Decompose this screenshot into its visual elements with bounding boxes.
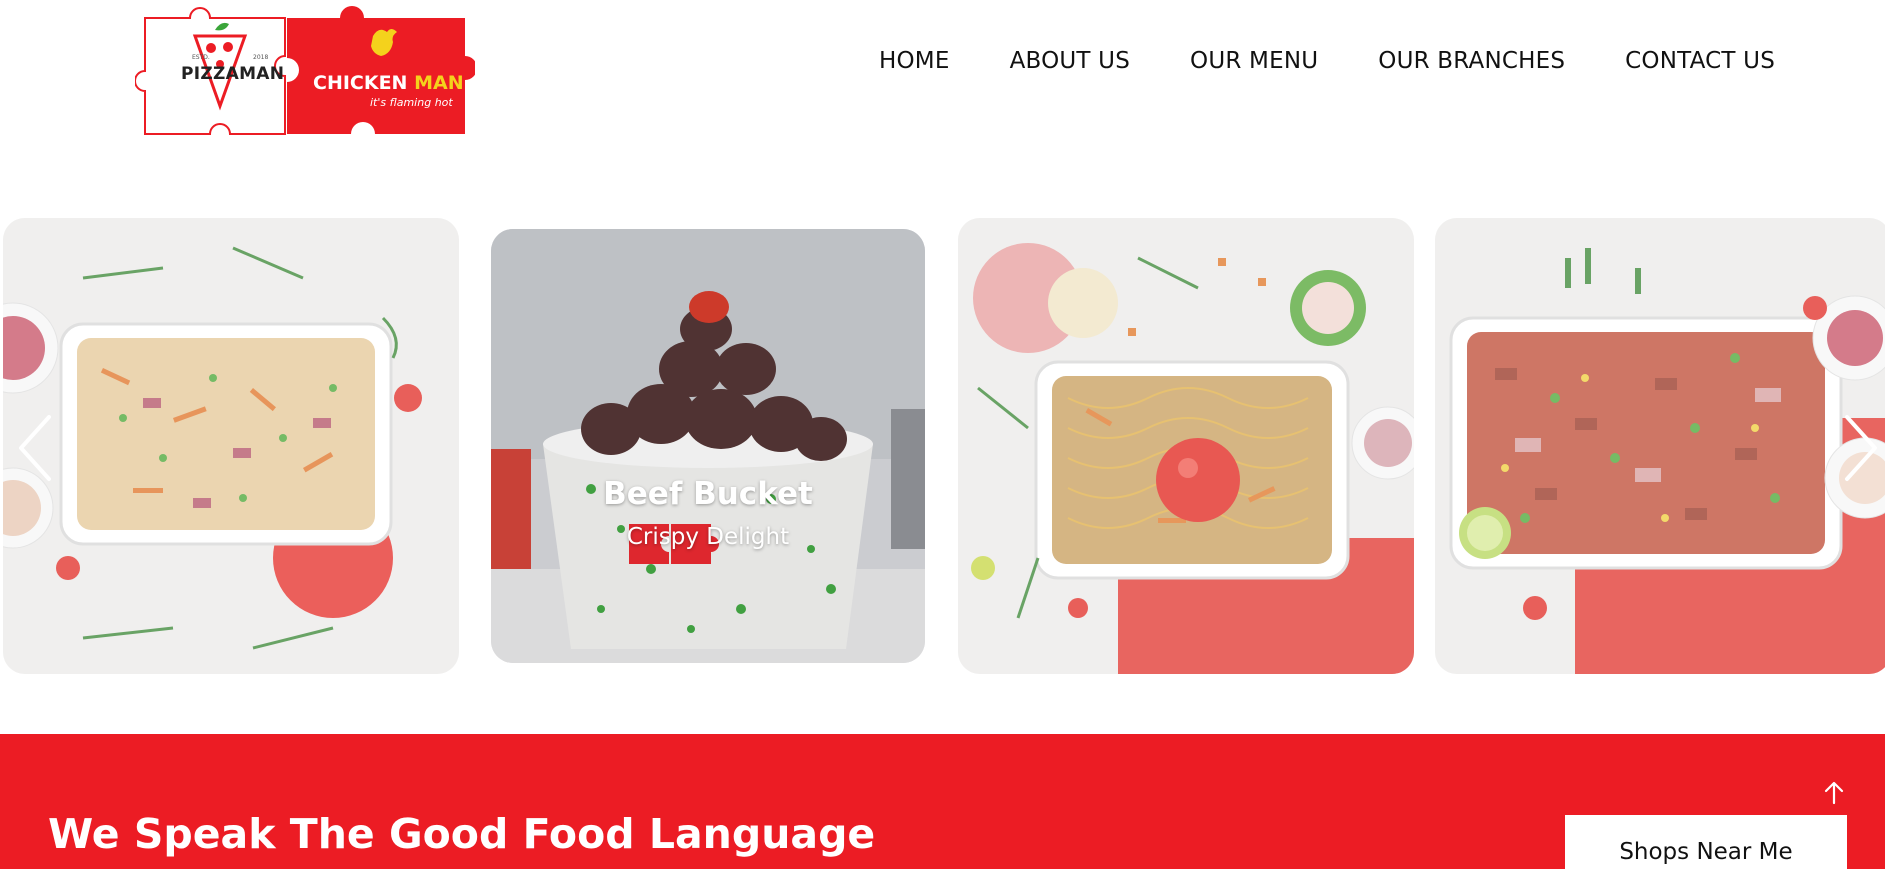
band-title: We Speak The Good Food Language xyxy=(48,810,876,858)
nav-our-menu[interactable]: OUR MENU xyxy=(1190,48,1318,74)
logo-est-label: ESTD. xyxy=(192,54,210,61)
slide-overlay xyxy=(1435,218,1885,674)
slide-overlay xyxy=(491,229,925,663)
nav-about-us[interactable]: ABOUT US xyxy=(1010,48,1130,74)
brand-logo[interactable]: ESTD. 2018 PIZZAMAN CHICKEN MAN it's fla… xyxy=(135,6,475,146)
carousel-prev-button[interactable] xyxy=(15,413,55,483)
carousel-slide-jollof-rice[interactable] xyxy=(1435,218,1885,674)
carousel-next-button[interactable] xyxy=(1841,413,1881,483)
slide-subtitle: Crispy Delight xyxy=(626,524,790,550)
nav-home[interactable]: HOME xyxy=(879,48,950,74)
shops-near-me-button[interactable]: Shops Near Me xyxy=(1565,815,1847,869)
carousel-slide-fried-rice[interactable] xyxy=(3,218,459,674)
slide-overlay xyxy=(958,218,1414,674)
logo-tagline: it's flaming hot xyxy=(370,96,453,109)
slide-overlay xyxy=(3,218,459,674)
slide-title: Beef Bucket xyxy=(603,476,813,512)
carousel-slide-beef-bucket[interactable]: Beef Bucket Crispy Delight xyxy=(491,229,925,663)
logo-man-word: MAN xyxy=(414,72,464,94)
food-carousel: Beef Bucket Crispy Delight xyxy=(0,218,1885,675)
chevron-left-icon xyxy=(19,415,51,481)
logo-pizzaman-text: PIZZAMAN xyxy=(181,64,285,84)
logo-chicken-word: CHICKEN xyxy=(313,72,408,94)
chevron-right-icon xyxy=(1845,415,1877,481)
logo-est-year: 2018 xyxy=(253,54,269,61)
promo-band: We Speak The Good Food Language Shops Ne… xyxy=(0,734,1885,869)
arrow-up-icon xyxy=(1824,781,1844,805)
nav-our-branches[interactable]: OUR BRANCHES xyxy=(1378,48,1565,74)
carousel-slide-noodles[interactable] xyxy=(958,218,1414,674)
main-nav: HOME ABOUT US OUR MENU OUR BRANCHES CONT… xyxy=(879,48,1775,74)
logo-chickenman-text: CHICKEN MAN xyxy=(313,72,464,94)
site-header: ESTD. 2018 PIZZAMAN CHICKEN MAN it's fla… xyxy=(0,0,1885,160)
nav-contact-us[interactable]: CONTACT US xyxy=(1625,48,1775,74)
scroll-to-top-button[interactable] xyxy=(1818,777,1850,809)
